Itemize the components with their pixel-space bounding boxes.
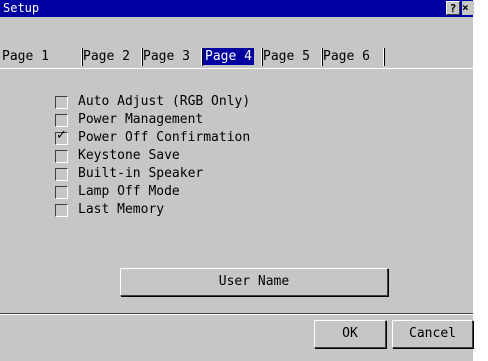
close-button[interactable]: ×: [462, 1, 474, 15]
option-built-in-speaker[interactable]: Built-in Speaker: [55, 165, 250, 183]
option-last-memory[interactable]: Last Memory: [55, 201, 250, 219]
option-label: Power Off Confirmation: [78, 130, 251, 145]
tab-strip: Page 1 Page 2 Page 3 Page 4 Page 5 Page …: [0, 46, 473, 68]
option-label: Keystone Save: [78, 148, 180, 163]
option-keystone-save[interactable]: Keystone Save: [55, 147, 250, 165]
checkbox[interactable]: [55, 203, 68, 217]
tab-label: Page 5: [263, 49, 310, 64]
tab-label: Page 6: [323, 49, 370, 64]
tab-panel-border: [0, 68, 473, 70]
tab-page-2[interactable]: Page 2: [81, 46, 143, 68]
checkbox[interactable]: [55, 95, 68, 109]
user-name-button[interactable]: User Name: [120, 268, 388, 296]
tab-page-3[interactable]: Page 3: [141, 46, 203, 68]
title-bar: Setup: [0, 0, 473, 17]
tab-page-6[interactable]: Page 6: [321, 46, 385, 68]
tab-page-5[interactable]: Page 5: [261, 46, 323, 68]
checkbox[interactable]: [55, 149, 68, 163]
window-title: Setup: [3, 1, 40, 15]
option-label: Last Memory: [78, 202, 165, 217]
option-label: Power Management: [78, 112, 204, 127]
tab-separator: [383, 48, 385, 66]
tab-label: Page 2: [83, 49, 130, 64]
footer-divider: [0, 313, 473, 315]
setup-dialog: Setup ? × Page 1 Page 2 Page 3 Page 4 Pa…: [0, 0, 474, 361]
tab-label: Page 4: [203, 48, 254, 65]
checkbox[interactable]: [55, 167, 68, 181]
option-lamp-off-mode[interactable]: Lamp Off Mode: [55, 183, 250, 201]
ok-button[interactable]: OK: [314, 320, 386, 348]
help-button[interactable]: ?: [446, 1, 460, 15]
checkbox[interactable]: ✓: [55, 127, 68, 145]
option-power-off-confirmation[interactable]: ✓ Power Off Confirmation: [55, 127, 251, 147]
option-label: Built-in Speaker: [78, 166, 204, 181]
tab-page-4[interactable]: Page 4: [201, 46, 263, 68]
tab-page-1[interactable]: Page 1: [0, 46, 83, 68]
check-mark-icon: ✓: [56, 127, 67, 143]
option-power-management[interactable]: Power Management: [55, 111, 250, 129]
option-auto-adjust[interactable]: Auto Adjust (RGB Only): [55, 93, 250, 111]
option-label: Auto Adjust (RGB Only): [78, 94, 251, 109]
checkbox[interactable]: [55, 113, 68, 127]
tab-label: Page 3: [143, 49, 190, 64]
tab-label: Page 1: [2, 49, 49, 64]
cancel-button[interactable]: Cancel: [392, 320, 473, 348]
options-list: Auto Adjust (RGB Only) Power Management …: [55, 93, 250, 219]
checkbox[interactable]: [55, 185, 68, 199]
option-label: Lamp Off Mode: [78, 184, 180, 199]
